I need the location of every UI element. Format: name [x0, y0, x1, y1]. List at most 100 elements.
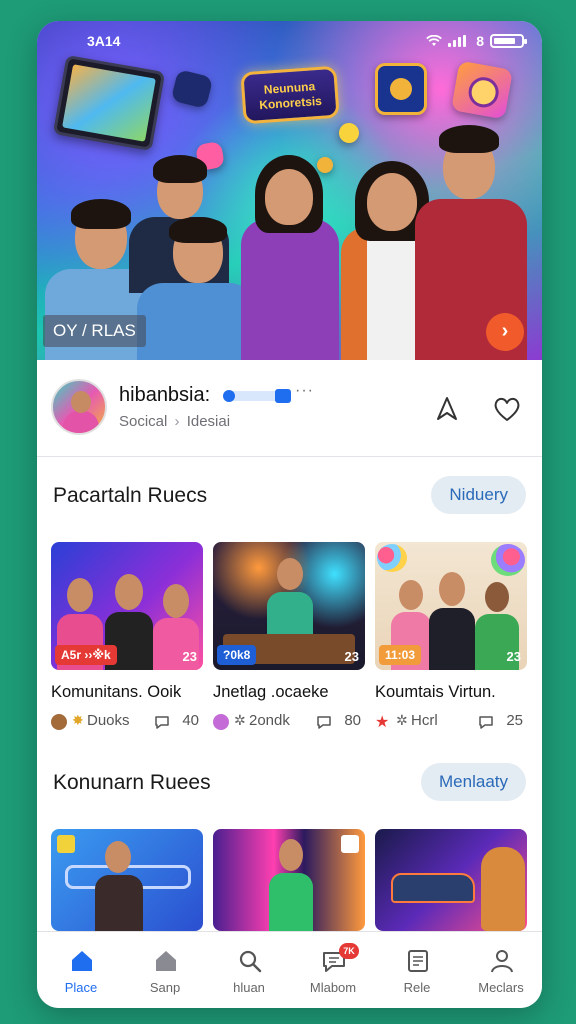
- status-time: 3A14: [87, 33, 121, 49]
- tab-label: Meclars: [478, 980, 524, 995]
- room-title: Komunitans. Ooik: [51, 683, 182, 701]
- status-icons: 8: [426, 33, 527, 49]
- comment-count: 80: [344, 712, 361, 729]
- floating-app-icon: [170, 69, 214, 109]
- car-illustration: [391, 873, 475, 903]
- status-bar: 3A14 8: [37, 31, 542, 53]
- room-count: 23: [344, 649, 359, 664]
- wifi-icon: [426, 35, 443, 46]
- room-card[interactable]: A5r ››※k 23 Komunitans. Ooik ✸ Duoks 40: [51, 542, 203, 737]
- app-badge-icon: [57, 835, 75, 853]
- tab-label: Sanp: [149, 980, 181, 995]
- section-title: Pacartaln Ruecs: [53, 484, 208, 507]
- room-card[interactable]: [213, 829, 365, 931]
- room-card[interactable]: ?0k8 23 Jnetlag .ocaeke ✲ 2ondk 80: [213, 542, 365, 737]
- star-icon: ✲: [396, 712, 408, 728]
- battery-icon: [490, 34, 527, 48]
- host-name: 2ondk: [249, 712, 290, 729]
- profile-name: hibanbsia:: [119, 384, 211, 406]
- tab-label: hluan: [233, 980, 265, 995]
- heart-icon: [494, 397, 520, 421]
- host-avatar: [51, 714, 67, 730]
- section-pill-button[interactable]: Niduery: [431, 476, 526, 514]
- hero-next-button[interactable]: ›: [486, 313, 524, 351]
- room-tag: ?0k8: [217, 645, 257, 665]
- floating-app-icon: [451, 60, 513, 120]
- tab-search[interactable]: hluan: [207, 932, 291, 1008]
- home-outline-icon: [156, 951, 176, 971]
- room-card[interactable]: 11:03 23 Koumtais Virtun. ★ ✲ Hcrl 25: [375, 542, 527, 737]
- tab-profile[interactable]: Meclars: [459, 932, 542, 1008]
- comment-icon: [317, 716, 331, 729]
- tab-messages[interactable]: 7K Mlabom: [291, 932, 375, 1008]
- tab-sanp[interactable]: Sanp: [123, 932, 207, 1008]
- room-thumbnail: [375, 829, 527, 931]
- person-illustration: [427, 566, 477, 670]
- star-icon: ✸: [72, 712, 84, 728]
- share-button[interactable]: [431, 393, 463, 425]
- person-illustration: [267, 835, 315, 931]
- verified-badge: [223, 389, 291, 403]
- tab-rele[interactable]: Rele: [375, 932, 459, 1008]
- room-meta: ✲ 2ondk 80: [213, 712, 365, 732]
- room-thumbnail: ?0k8 23: [213, 542, 365, 670]
- comment-icon: [155, 716, 169, 729]
- avatar[interactable]: [51, 379, 107, 435]
- room-card[interactable]: [51, 829, 203, 931]
- like-button[interactable]: [491, 393, 523, 425]
- profile-category: Socical: [119, 413, 168, 430]
- host-name: Hcrl: [411, 712, 438, 729]
- signal-icon: [448, 35, 467, 47]
- profile-row[interactable]: hibanbsia: ··· Socical › Idesiai: [37, 360, 542, 457]
- network-label: 8: [472, 33, 484, 49]
- room-count: 23: [182, 649, 197, 664]
- arrow-right-icon: ›: [501, 320, 509, 342]
- room-meta: ✸ Duoks 40: [51, 712, 203, 732]
- comment-count: 25: [506, 712, 523, 729]
- balloons-illustration: [377, 544, 407, 572]
- floating-app-icon: [336, 120, 362, 146]
- host-name: Duoks: [87, 712, 130, 729]
- comment-icon: [479, 716, 493, 729]
- profile-subtitle: Socical › Idesiai: [119, 413, 230, 430]
- list-icon: [408, 950, 428, 972]
- room-tag: 11:03: [379, 645, 422, 665]
- tab-label: Place: [64, 980, 98, 995]
- tab-place[interactable]: Place: [39, 932, 123, 1008]
- room-meta: ★ ✲ Hcrl 25: [375, 712, 527, 732]
- hero-sign: Neununa Konoretsis: [240, 65, 340, 125]
- tablet-illustration: [52, 54, 166, 152]
- share-icon: [437, 397, 457, 420]
- home-filled-icon: [72, 951, 92, 971]
- room-thumbnail: [213, 829, 365, 931]
- person-icon: [491, 950, 513, 973]
- app-badge-icon: [341, 835, 359, 853]
- room-title: Jnetlag .ocaeke: [213, 683, 329, 701]
- star-icon: ✲: [234, 712, 246, 728]
- balloons-illustration: [491, 544, 525, 576]
- star-icon: ★: [375, 714, 390, 731]
- hero-banner[interactable]: 3A14 8 Neununa Konoretsis OY / RLAS ›: [37, 21, 542, 360]
- bottom-tab-bar: Place Sanp hluan 7K Mlabom Rele Meclars: [37, 931, 542, 1008]
- section-title: Konunarn Ruees: [53, 771, 211, 794]
- floating-app-icon: [375, 63, 427, 115]
- notification-badge: 7K: [339, 943, 359, 959]
- profile-subcategory: Idesiai: [186, 413, 231, 430]
- room-count: 23: [506, 649, 521, 664]
- room-thumbnail: A5r ››※k 23: [51, 542, 203, 670]
- comment-count: 40: [182, 712, 199, 729]
- host-avatar: [213, 714, 229, 730]
- more-icon[interactable]: ···: [295, 382, 314, 400]
- tab-label: Rele: [403, 980, 431, 995]
- character-illustration: [481, 847, 525, 931]
- room-title: Koumtais Virtun.: [375, 683, 496, 701]
- phone-screen: 3A14 8 Neununa Konoretsis OY / RLAS › hi…: [37, 21, 542, 1008]
- person-illustration: [265, 554, 315, 644]
- section-pill-button[interactable]: Menlaaty: [421, 763, 526, 801]
- search-icon: [239, 950, 262, 973]
- room-thumbnail: 11:03 23: [375, 542, 527, 670]
- room-card[interactable]: [375, 829, 527, 931]
- room-thumbnail: [51, 829, 203, 931]
- person-illustration: [235, 149, 345, 360]
- room-tag: A5r ››※k: [55, 645, 117, 665]
